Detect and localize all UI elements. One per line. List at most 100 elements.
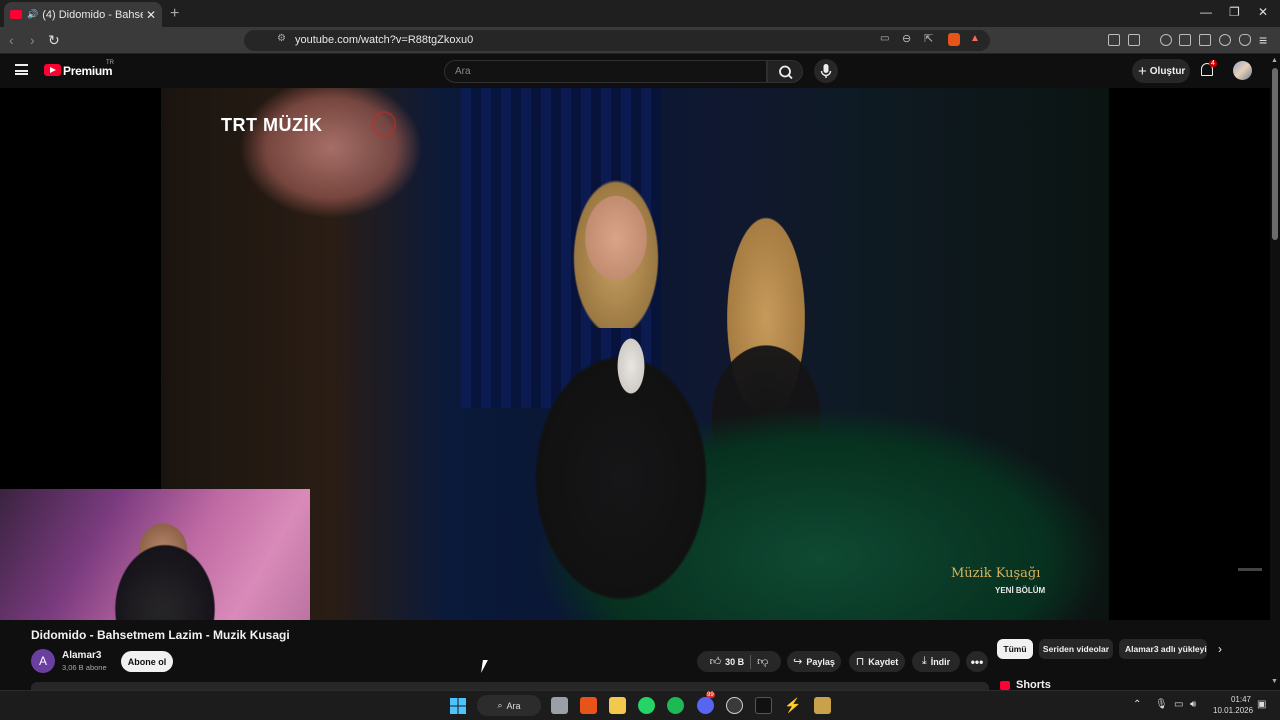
webcam-overlay [0,489,310,620]
voice-search-button[interactable] [814,59,838,83]
video-title: Didomido - Bahsetmem Lazim - Muzik Kusag… [31,628,290,642]
scroll-up-icon[interactable]: ▲ [1271,57,1278,64]
reload-icon[interactable]: ↻ [48,32,60,49]
notification-center-icon[interactable]: ▣ [1257,699,1266,710]
minimize-button[interactable]: — [1200,5,1212,19]
chip-uploader[interactable]: Alamar3 adlı yükleyici [1119,639,1207,659]
youtube-logo-icon[interactable] [44,64,61,76]
youtube-header: Premium TR Ara + Oluştur 4 [0,54,1270,88]
plus-icon: + [1138,62,1147,80]
video-player[interactable] [0,88,1270,620]
share-label: Paylaş [806,656,835,667]
capcut-icon[interactable] [755,697,772,714]
download-label: İndir [930,656,951,667]
channel-avatar[interactable]: A [31,649,55,673]
subscribe-button[interactable]: Abone ol [121,651,173,672]
brave-rewards-icon[interactable]: ▲ [970,33,980,44]
chip-series-videos[interactable]: Seriden videolar [1039,639,1113,659]
description-box[interactable] [31,682,989,690]
cast-icon[interactable]: ▭ [880,33,889,44]
media-icon[interactable] [1160,34,1172,46]
save-button[interactable]: ⊓ Kaydet [849,651,905,672]
taskbar-search-label: Ara [506,700,521,711]
address-bar[interactable]: ⚙ youtube.com/watch?v=R88tgZkoxu0 ▭ ⊖ ⇱ … [244,30,990,51]
scroll-thumb[interactable] [1272,68,1278,240]
channel-name[interactable]: Alamar3 [62,650,101,661]
speaker-icon[interactable]: 🔊 [27,9,38,20]
dislike-icon[interactable]: 👎︎ [757,655,768,668]
webcam-chair [90,539,230,620]
leo-ai-icon[interactable] [1219,34,1231,46]
wallet-icon[interactable] [1199,34,1211,46]
scroll-down-icon[interactable]: ▼ [1271,678,1278,685]
premium-label[interactable]: Premium [63,64,113,78]
like-icon[interactable]: 👍︎ [710,655,722,668]
trt-muzik-logo: TRT MÜZİK [221,115,323,135]
mouse-cursor [481,660,493,673]
create-label: Oluştur [1149,65,1186,77]
browser-tab-strip: 🔊 (4) Didomido - Bahsetmem L ✕ + — ❐ ✕ [0,0,1280,27]
search-button[interactable] [767,60,803,83]
chip-all[interactable]: Tümü [997,639,1033,659]
vpn-shield-icon[interactable] [1239,34,1251,46]
youtube-favicon-icon [10,10,22,19]
share-page-icon[interactable]: ⇱ [924,32,933,45]
screenshot-icon[interactable] [1128,34,1140,46]
steam-icon[interactable] [726,697,743,714]
menu-icon[interactable]: ≡ [1259,32,1267,48]
flash-app-icon[interactable]: ⚡ [784,697,801,714]
subscriber-count: 3,06 B abone [62,663,107,672]
notification-count-badge: 4 [1209,60,1217,67]
windows-taskbar: ⌕ Ara 99 ⚡ ⌃ 🎙︎ ▭ 🔊︎ 01:47 10.01.2026 ▣ [0,690,1280,720]
shorts-icon [1000,681,1010,690]
sidebar-icon[interactable] [1179,34,1191,46]
like-count[interactable]: 30 B [725,657,744,667]
maximize-button[interactable]: ❐ [1229,5,1240,19]
account-avatar[interactable] [1233,61,1252,80]
search-icon [779,65,793,80]
like-dislike-group: 👍︎ 30 B 👎︎ [697,651,781,672]
zoom-icon[interactable]: ⊖ [902,32,911,45]
download-button[interactable]: ⤓ İndir [912,651,960,672]
tray-clock[interactable]: 01:47 10.01.2026 [1213,694,1253,716]
singer-shirt [609,336,653,426]
whatsapp-icon[interactable] [638,697,655,714]
tab-title: (4) Didomido - Bahsetmem L [42,8,143,21]
tray-mic-icon[interactable]: 🎙︎ [1155,699,1168,710]
share-arrow-icon: ↪ [793,656,803,668]
file-explorer-icon[interactable] [609,697,626,714]
new-tab-button[interactable]: + [170,5,179,23]
taskbar-search[interactable]: ⌕ Ara [477,695,541,716]
tray-overflow-icon[interactable]: ⌃ [1133,699,1141,710]
create-button[interactable]: + Oluştur [1132,59,1190,83]
extensions-icon[interactable] [1108,34,1120,46]
page-scrollbar[interactable]: ▲ ▼ [1270,54,1280,690]
task-view-icon[interactable] [551,697,568,714]
download-icon: ⤓ [921,655,927,667]
show-name-overlay: Müzik Kuşağı [951,566,1041,581]
discord-badge: 99 [706,692,715,698]
channel-watermark-icon [372,111,396,137]
back-icon[interactable]: ‹ [9,32,14,48]
brave-shields-icon[interactable] [948,33,960,46]
show-subtitle-overlay: YENİ BÖLÜM [995,586,1046,595]
guide-menu-icon[interactable] [15,64,28,75]
brave-taskbar-icon[interactable] [580,697,597,714]
tray-volume-icon[interactable]: 🔊︎ [1190,699,1196,710]
close-window-button[interactable]: ✕ [1258,5,1268,19]
more-actions-button[interactable]: ••• [966,651,988,672]
chips-next-icon[interactable]: › [1218,642,1222,656]
tray-network-icon[interactable]: ▭ [1174,699,1183,710]
video-watermark [1238,568,1262,571]
tab-close-icon[interactable]: ✕ [146,8,156,22]
browser-tab-active[interactable]: 🔊 (4) Didomido - Bahsetmem L ✕ [4,2,162,27]
browser-toolbar: ‹ › ↻ ⚑ ⚙ youtube.com/watch?v=R88tgZkoxu… [0,27,1280,54]
windows-start-icon[interactable] [450,698,466,714]
league-client-icon[interactable] [814,697,831,714]
share-button[interactable]: ↪ Paylaş [787,651,841,672]
site-info-icon[interactable]: ⚙ [277,33,286,44]
spotify-icon[interactable] [667,697,684,714]
forward-icon[interactable]: › [30,32,35,48]
search-input[interactable]: Ara [444,60,767,83]
discord-icon[interactable] [697,697,714,714]
